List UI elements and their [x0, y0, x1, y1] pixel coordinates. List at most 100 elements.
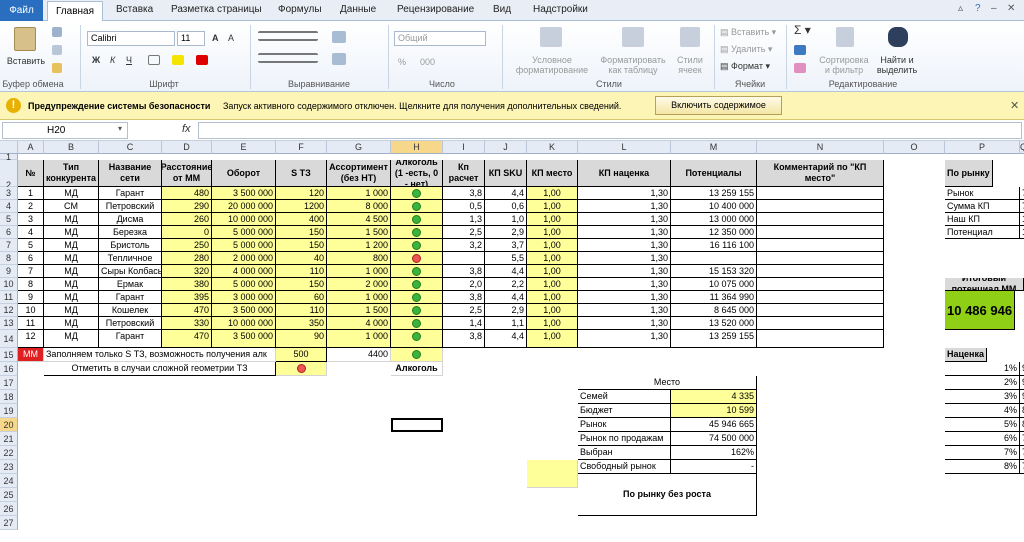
table-cell[interactable]: 2,9 [485, 304, 527, 317]
place-label[interactable]: Семей [578, 390, 671, 404]
table-cell[interactable]: 4 [18, 226, 44, 239]
table-header[interactable]: КП место [527, 160, 578, 187]
cell-styles-icon[interactable] [680, 27, 700, 47]
table-cell[interactable]: 3,7 [485, 239, 527, 252]
table-cell[interactable]: 10 075 000 [671, 278, 757, 291]
help-icon[interactable]: ? [975, 3, 981, 14]
table-cell[interactable]: 8 645 000 [671, 304, 757, 317]
table-cell[interactable]: 150 [276, 278, 327, 291]
table-cell[interactable]: 10 000 000 [212, 213, 276, 226]
markup-percent[interactable]: 4% [945, 404, 1020, 418]
table-cell[interactable]: 4,4 [485, 330, 527, 348]
table-cell[interactable]: 1,00 [527, 200, 578, 213]
table-cell[interactable]: 5,5 [485, 252, 527, 265]
table-cell[interactable]: Тепличное [99, 252, 162, 265]
markup-percent[interactable]: 1% [945, 362, 1020, 376]
table-header[interactable]: КП SKU [485, 160, 527, 187]
table-cell[interactable]: 5 000 000 [212, 239, 276, 252]
clear-icon[interactable] [794, 63, 806, 73]
place-value[interactable]: 4 335 [671, 390, 757, 404]
market-value[interactable]: 10 486 946 [1020, 226, 1024, 239]
table-cell[interactable]: 1 [18, 187, 44, 200]
markup-value[interactable]: 9 040 471 [1020, 390, 1024, 404]
place-title[interactable]: Место [578, 376, 757, 390]
table-cell[interactable]: 7 [18, 265, 44, 278]
conditional-format-icon[interactable] [540, 27, 562, 47]
comment-cell[interactable] [757, 317, 884, 330]
table-cell[interactable]: 5 [18, 239, 44, 252]
table-cell[interactable]: 1 200 [327, 239, 391, 252]
market-value[interactable]: 1,0 [1020, 213, 1024, 226]
table-header[interactable]: Кп расчет [443, 160, 485, 187]
markup-percent[interactable]: 2% [945, 376, 1020, 390]
table-cell[interactable]: МД [44, 330, 99, 348]
table-cell[interactable]: МД [44, 239, 99, 252]
comment-cell[interactable] [757, 226, 884, 239]
table-cell[interactable]: 395 [162, 291, 212, 304]
column-header[interactable]: M [671, 141, 757, 154]
highlight-cell[interactable] [527, 460, 578, 488]
alcohol-cell[interactable] [391, 348, 443, 362]
column-header[interactable]: G [327, 141, 391, 154]
row-header[interactable]: 20 [0, 418, 18, 432]
comment-cell[interactable] [757, 200, 884, 213]
table-cell[interactable]: 290 [162, 200, 212, 213]
table-cell[interactable]: 3,8 [443, 187, 485, 200]
row-header[interactable]: 25 [0, 488, 18, 502]
conditional-format-button[interactable]: Условное форматирование [510, 55, 594, 75]
row-header[interactable]: 10 [0, 278, 18, 291]
copy-icon[interactable] [52, 45, 62, 55]
place-label[interactable]: Рынок по продажам [578, 432, 671, 446]
table-cell[interactable]: 330 [162, 317, 212, 330]
table-cell[interactable]: 4,4 [485, 187, 527, 200]
formula-input[interactable] [198, 122, 1022, 139]
comment-cell[interactable] [757, 278, 884, 291]
alcohol-cell[interactable] [391, 239, 443, 252]
market-title[interactable]: По рынку [945, 160, 993, 187]
table-cell[interactable]: 16 116 100 [671, 239, 757, 252]
shrink-font-icon[interactable]: A [228, 33, 234, 43]
table-cell[interactable]: 20 000 000 [212, 200, 276, 213]
spreadsheet-grid[interactable]: A B C D E F G H I J K L M N O P Q 1 2 3 4 5 6 7 8 9 10 11 12 13 14 15 16… [0, 141, 1024, 542]
markup-title[interactable]: Наценка [945, 348, 987, 362]
tab-view[interactable]: Вид [493, 4, 511, 15]
format-as-table-button[interactable]: Форматировать как таблицу [596, 55, 670, 75]
security-warning-message[interactable]: Запуск активного содержимого отключен. Щ… [223, 101, 621, 111]
font-name-select[interactable]: Calibri [87, 31, 175, 46]
row-header[interactable]: 6 [0, 226, 18, 239]
table-cell[interactable]: 13 259 155 [671, 330, 757, 348]
row-header[interactable]: 12 [0, 304, 18, 317]
place-value[interactable]: - [671, 460, 757, 474]
table-cell[interactable]: 3,2 [443, 239, 485, 252]
row-header[interactable]: 14 [0, 330, 18, 348]
table-cell[interactable]: 0,6 [485, 200, 527, 213]
comment-cell[interactable] [757, 265, 884, 278]
column-header[interactable]: E [212, 141, 276, 154]
align-left-icon[interactable] [258, 53, 318, 63]
row-header[interactable]: 11 [0, 291, 18, 304]
tab-page-layout[interactable]: Разметка страницы [171, 4, 262, 15]
table-cell[interactable]: СМ [44, 200, 99, 213]
markup-value[interactable]: 9 987 568 [1020, 362, 1024, 376]
table-cell[interactable]: 1,30 [578, 226, 671, 239]
table-cell[interactable]: МД [44, 278, 99, 291]
tab-data[interactable]: Данные [340, 4, 376, 15]
column-header[interactable]: P [945, 141, 1020, 154]
flag-cell[interactable] [276, 362, 327, 376]
table-cell[interactable]: 2,9 [485, 226, 527, 239]
table-cell[interactable]: 3 500 000 [212, 330, 276, 348]
place-label[interactable]: Бюджет [578, 404, 671, 418]
tab-addins[interactable]: Надстройки [533, 4, 588, 15]
find-select-icon[interactable] [888, 27, 908, 47]
table-cell[interactable]: 1,30 [578, 239, 671, 252]
table-cell[interactable]: 10 [18, 304, 44, 317]
tab-home[interactable]: Главная [47, 1, 103, 22]
table-cell[interactable]: 1,30 [578, 200, 671, 213]
table-cell[interactable]: 1,00 [527, 252, 578, 265]
alcohol-cell[interactable] [391, 187, 443, 200]
table-cell[interactable]: 8 [18, 278, 44, 291]
table-cell[interactable]: 11 [18, 317, 44, 330]
market-label[interactable]: Потенциал [945, 226, 1020, 239]
grow-font-icon[interactable]: A [212, 33, 219, 43]
markup-percent[interactable]: 7% [945, 446, 1020, 460]
